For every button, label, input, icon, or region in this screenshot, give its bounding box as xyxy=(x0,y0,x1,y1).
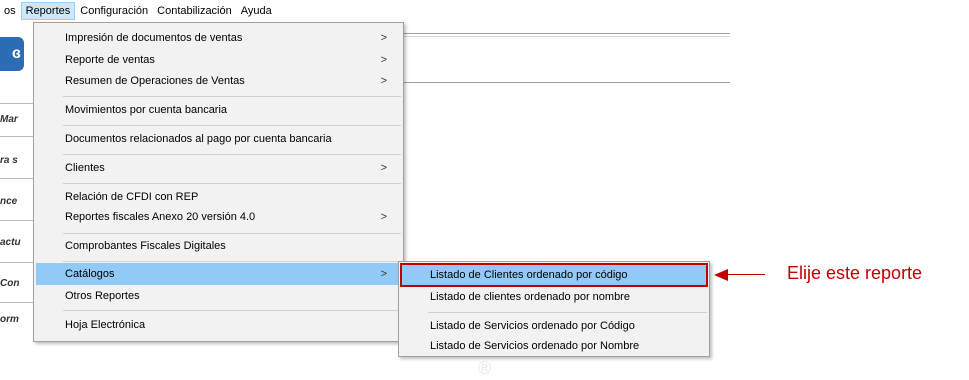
menubar-item-reportes[interactable]: Reportes xyxy=(20,2,76,20)
submenu-arrow-icon: > xyxy=(380,268,387,280)
side-separator xyxy=(0,302,33,303)
menubar-item-contabilizacion[interactable]: Contabilización xyxy=(153,2,236,20)
menu-item-label: Clientes xyxy=(65,162,105,174)
annotation-arrow-head-icon xyxy=(714,269,728,281)
side-button-4[interactable]: actu xyxy=(0,237,32,248)
reportes-dropdown-menu: Impresión de documentos de ventas > Repo… xyxy=(33,22,404,342)
toolbar-bottom-border xyxy=(404,82,730,83)
menu-item-label: Listado de clientes ordenado por nombre xyxy=(430,291,630,303)
menu-separator xyxy=(63,125,401,126)
toolbar-inner-border xyxy=(404,36,730,37)
side-separator xyxy=(0,178,33,179)
menu-item-label: Reportes fiscales Anexo 20 versión 4.0 xyxy=(65,211,256,223)
menu-item-catalogos[interactable]: Catálogos > xyxy=(36,263,401,285)
menu-item-resumen-operaciones[interactable]: Resumen de Operaciones de Ventas > xyxy=(36,70,401,92)
menubar-item-partial[interactable]: os xyxy=(0,2,20,20)
annotation-arrow-line xyxy=(727,274,765,275)
menu-item-label: Movimientos por cuenta bancaria xyxy=(65,104,228,116)
side-button-5[interactable]: Con xyxy=(0,278,32,289)
menu-item-label: Listado de Servicios ordenado por Código xyxy=(430,320,635,332)
menu-item-relacion-cfdi[interactable]: Relación de CFDI con REP xyxy=(36,186,401,208)
menu-separator xyxy=(63,154,401,155)
side-separator xyxy=(0,220,33,221)
menubar-item-ayuda[interactable]: Ayuda xyxy=(237,2,276,20)
submenu-arrow-icon: > xyxy=(380,75,387,87)
submenu-item-clientes-nombre[interactable]: Listado de clientes ordenado por nombre xyxy=(401,286,707,308)
side-button-6[interactable]: orm xyxy=(0,314,32,325)
catalogos-submenu: Listado de Clientes ordenado por código … xyxy=(398,261,710,357)
submenu-item-servicios-codigo[interactable]: Listado de Servicios ordenado por Código xyxy=(401,315,707,337)
menu-item-label: Listado de Clientes ordenado por código xyxy=(430,269,628,281)
side-button-1[interactable]: Mar xyxy=(0,114,32,125)
menu-separator xyxy=(63,96,401,97)
menu-item-reportes-fiscales[interactable]: Reportes fiscales Anexo 20 versión 4.0 > xyxy=(36,206,401,228)
menubar-item-configuracion[interactable]: Configuración xyxy=(76,2,152,20)
toolbar-top-border xyxy=(404,33,730,34)
menu-separator xyxy=(63,183,401,184)
submenu-arrow-icon: > xyxy=(380,211,387,223)
side-button-3[interactable]: nce xyxy=(0,196,32,207)
menu-item-reporte-ventas[interactable]: Reporte de ventas > xyxy=(36,49,401,71)
menu-bar: os Reportes Configuración Contabilizació… xyxy=(0,0,969,22)
menu-item-hoja-electronica[interactable]: Hoja Electrónica xyxy=(36,314,401,336)
side-separator xyxy=(0,103,33,104)
side-button-2[interactable]: ra s xyxy=(0,155,32,166)
menu-separator xyxy=(63,261,401,262)
menu-item-movimientos-cuenta[interactable]: Movimientos por cuenta bancaria xyxy=(36,99,401,121)
annotation-text: Elije este reporte xyxy=(787,263,923,283)
submenu-arrow-icon: > xyxy=(380,32,387,44)
menu-separator xyxy=(63,310,401,311)
side-separator xyxy=(0,262,33,263)
menu-separator xyxy=(63,233,401,234)
menu-item-otros-reportes[interactable]: Otros Reportes xyxy=(36,285,401,307)
menu-item-label: Listado de Servicios ordenado por Nombre xyxy=(430,340,640,352)
submenu-item-clientes-codigo[interactable]: Listado de Clientes ordenado por código xyxy=(400,263,708,287)
menu-item-label: Resumen de Operaciones de Ventas xyxy=(65,75,245,87)
menu-separator xyxy=(428,312,707,313)
menu-item-label: Reporte de ventas xyxy=(65,54,155,66)
watermark-logo: ® xyxy=(478,358,492,378)
submenu-item-servicios-nombre[interactable]: Listado de Servicios ordenado por Nombre xyxy=(401,335,707,357)
side-separator xyxy=(0,136,33,137)
menu-item-label: Catálogos xyxy=(65,268,115,280)
menu-item-comprobantes-fiscales[interactable]: Comprobantes Fiscales Digitales xyxy=(36,235,401,257)
menu-item-impresion-documentos[interactable]: Impresión de documentos de ventas > xyxy=(36,27,401,49)
app-logo-icon[interactable]: ɞ xyxy=(0,37,24,71)
menu-item-clientes[interactable]: Clientes > xyxy=(36,157,401,179)
submenu-arrow-icon: > xyxy=(380,54,387,66)
menu-item-label: Relación de CFDI con REP xyxy=(65,191,199,203)
menu-item-label: Documentos relacionados al pago por cuen… xyxy=(65,133,332,145)
menu-item-label: Hoja Electrónica xyxy=(65,319,146,331)
menu-item-label: Impresión de documentos de ventas xyxy=(65,32,243,44)
menu-item-label: Comprobantes Fiscales Digitales xyxy=(65,240,226,252)
menu-item-documentos-relacionados[interactable]: Documentos relacionados al pago por cuen… xyxy=(36,128,401,150)
menu-item-label: Otros Reportes xyxy=(65,290,140,302)
submenu-arrow-icon: > xyxy=(380,162,387,174)
